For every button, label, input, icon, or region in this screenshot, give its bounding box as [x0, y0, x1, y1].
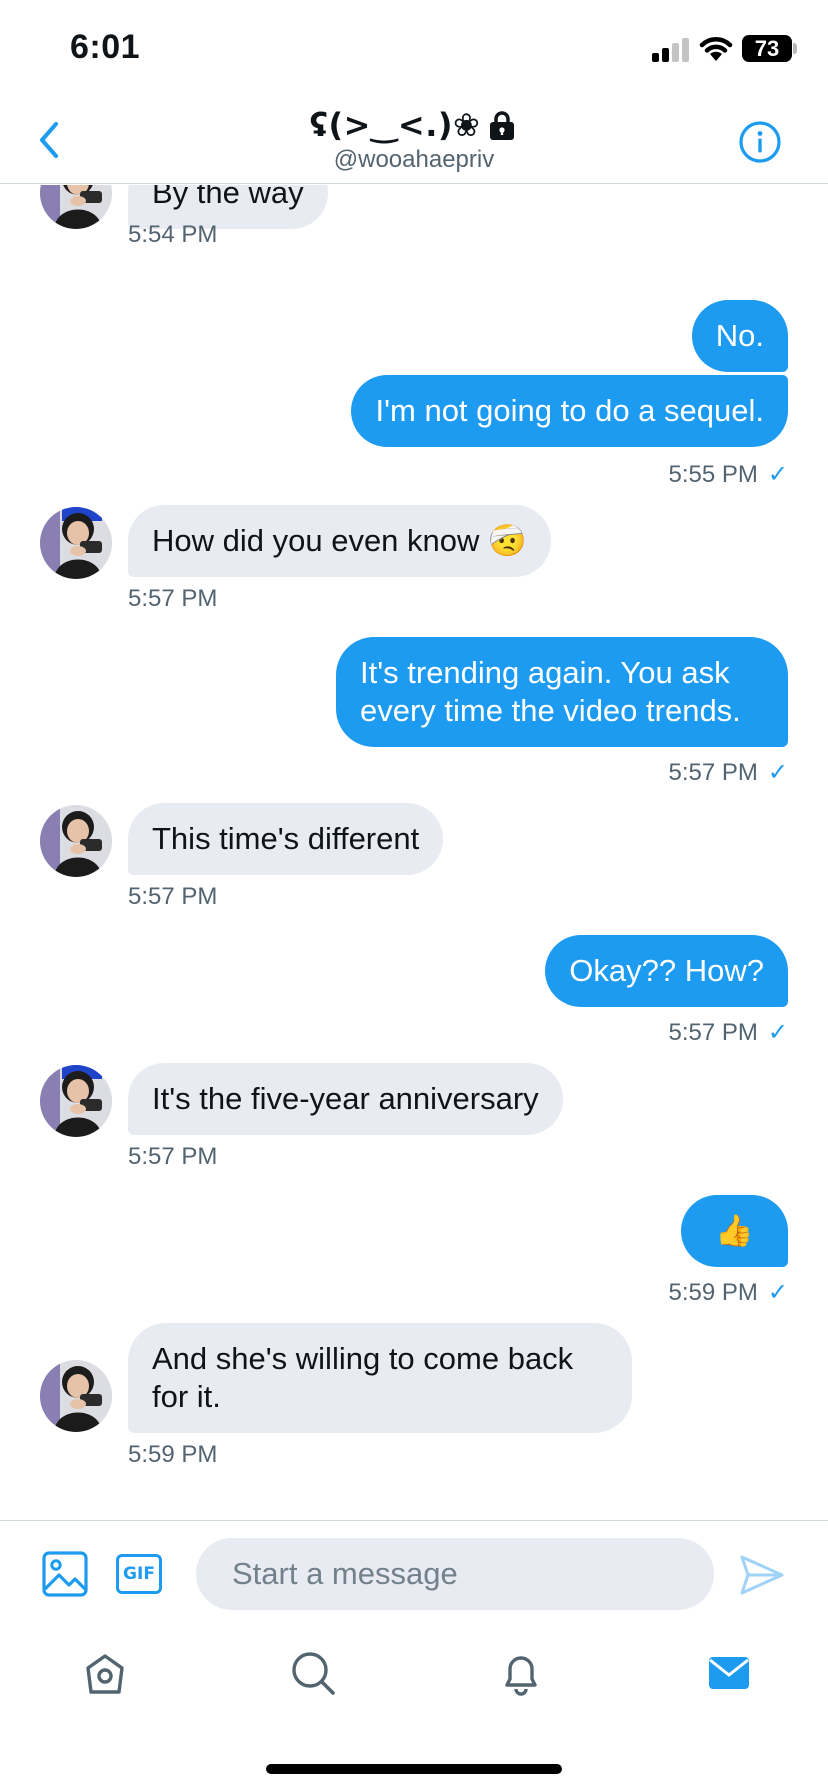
- incoming-message-bubble[interactable]: And she's willing to come back for it.: [128, 1323, 632, 1433]
- avatar-image: [40, 185, 112, 229]
- incoming-message-bubble[interactable]: This time's different: [128, 803, 444, 875]
- header-title-row[interactable]: ʢ(>‿<.)❀: [0, 106, 828, 144]
- message-input[interactable]: [196, 1538, 714, 1610]
- messages-icon[interactable]: [704, 1648, 754, 1698]
- message-timestamp: 5:55 PM: [668, 460, 758, 488]
- avatar-image: [40, 805, 112, 877]
- avatar[interactable]: [40, 185, 112, 229]
- avatar-image: [40, 507, 112, 579]
- conversation-handle: @wooahaepriv: [333, 146, 495, 173]
- read-check-icon: ✓: [767, 461, 788, 488]
- send-icon[interactable]: [738, 1551, 786, 1599]
- read-check-icon: ✓: [767, 1019, 788, 1046]
- outgoing-message-bubble[interactable]: 👍: [681, 1195, 788, 1267]
- info-icon[interactable]: [738, 120, 782, 164]
- message-timestamp: 5:59 PM: [668, 1278, 758, 1306]
- outgoing-message-bubble[interactable]: No.: [691, 300, 788, 372]
- read-check-icon: ✓: [767, 1279, 788, 1306]
- message-timestamp-row: 5:59 PM ✓: [669, 1278, 789, 1307]
- avatar[interactable]: [40, 1065, 112, 1137]
- message-timestamp: 5:57 PM: [128, 1143, 218, 1170]
- message-thread[interactable]: By the way 5:54 PM No. I'm not going to …: [0, 185, 828, 1520]
- message-timestamp: 5:57 PM: [128, 883, 218, 910]
- message-composer: GIF: [0, 1520, 828, 1630]
- battery-indicator: 73: [742, 35, 792, 62]
- cellular-signal-icon: [652, 38, 692, 62]
- message-timestamp-row: 5:57 PM ✓: [669, 758, 789, 787]
- outgoing-message-bubble[interactable]: It's trending again. You ask every time …: [336, 637, 788, 747]
- battery-tip: [793, 43, 797, 54]
- avatar[interactable]: [40, 1360, 112, 1432]
- message-timestamp: 5:57 PM: [128, 585, 218, 612]
- message-timestamp: 5:57 PM: [668, 758, 758, 786]
- wifi-icon: [699, 37, 733, 61]
- outgoing-message-bubble[interactable]: Okay?? How?: [545, 935, 788, 1007]
- message-timestamp: 5:59 PM: [128, 1441, 218, 1468]
- conversation-header: ʢ(>‿<.)❀ @wooahaepriv: [0, 100, 828, 184]
- home-icon[interactable]: [80, 1648, 130, 1698]
- message-timestamp: 5:57 PM: [668, 1018, 758, 1046]
- read-check-icon: ✓: [767, 759, 788, 786]
- avatar-image: [40, 1065, 112, 1137]
- message-timestamp-row: 5:55 PM ✓: [669, 460, 789, 489]
- status-bar: 6:01 73: [0, 0, 828, 100]
- avatar[interactable]: [40, 507, 112, 579]
- search-icon[interactable]: [288, 1648, 338, 1698]
- gif-button[interactable]: GIF: [116, 1554, 162, 1594]
- image-icon[interactable]: [42, 1551, 88, 1597]
- incoming-message-bubble[interactable]: It's the five-year anniversary: [128, 1063, 563, 1135]
- message-timestamp: 5:54 PM: [128, 221, 218, 248]
- home-indicator[interactable]: [266, 1764, 562, 1774]
- bottom-navigation: [0, 1630, 828, 1730]
- avatar-image: [40, 1360, 112, 1432]
- lock-icon: [490, 111, 515, 140]
- incoming-message-bubble[interactable]: How did you even know 🤕: [128, 505, 551, 577]
- outgoing-message-bubble[interactable]: I'm not going to do a sequel.: [351, 375, 788, 447]
- notifications-icon[interactable]: [496, 1648, 546, 1698]
- conversation-title: ʢ(>‿<.)❀: [309, 106, 481, 144]
- status-time: 6:01: [70, 28, 141, 66]
- message-timestamp-row: 5:57 PM ✓: [669, 1018, 789, 1047]
- avatar[interactable]: [40, 805, 112, 877]
